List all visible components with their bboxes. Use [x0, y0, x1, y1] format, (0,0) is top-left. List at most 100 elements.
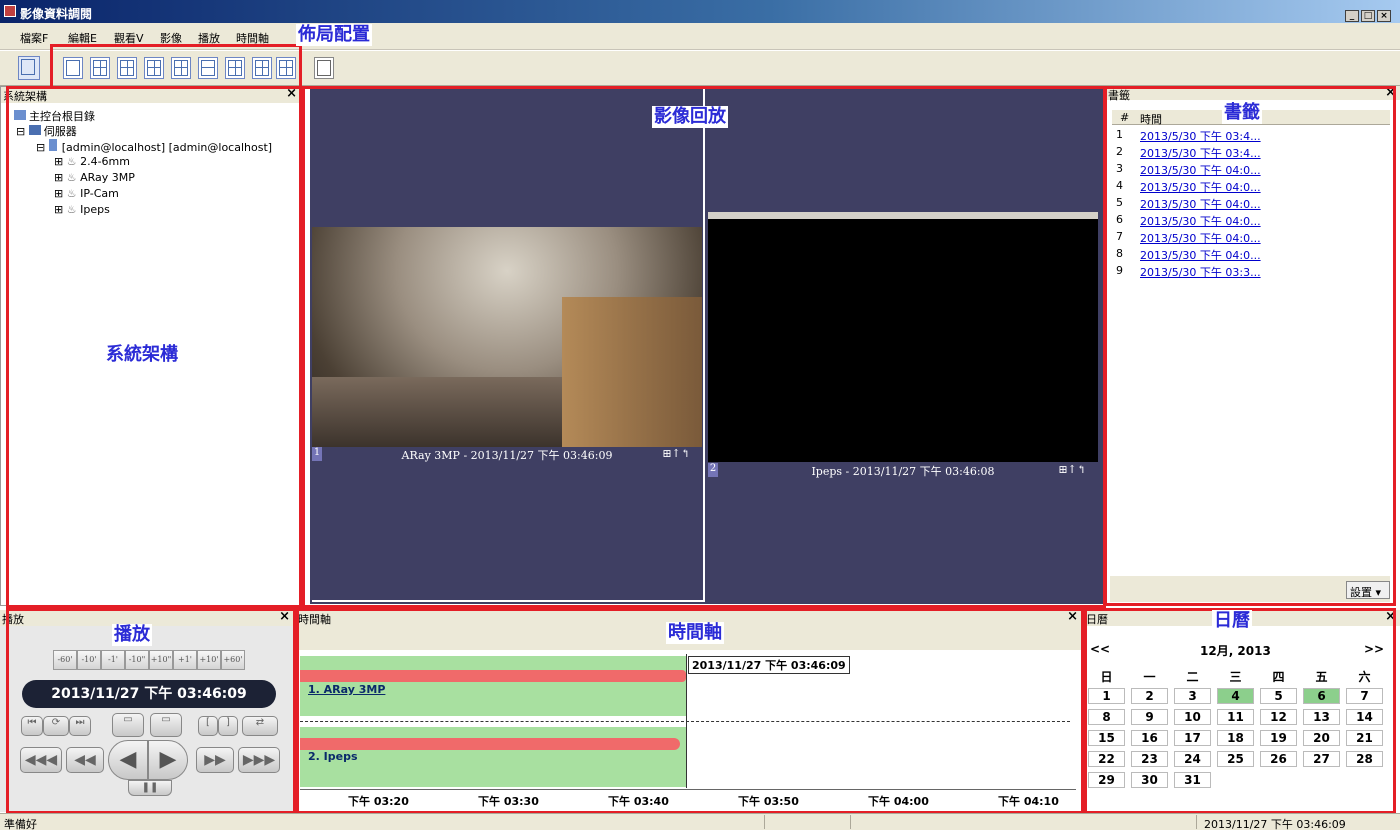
forward-button[interactable]: ▶▶: [196, 747, 234, 773]
close-icon[interactable]: ×: [279, 609, 290, 624]
seek-plus-10m-button[interactable]: +10': [197, 650, 221, 670]
menu-image[interactable]: 影像: [160, 30, 182, 46]
tree-camera-4[interactable]: ⊞ ♨ Ipeps: [54, 203, 110, 216]
calendar-day[interactable]: 7: [1346, 688, 1383, 704]
layout-16-button[interactable]: [144, 57, 164, 79]
calendar-day-highlighted[interactable]: 4: [1217, 688, 1254, 704]
prev-frame-button[interactable]: ⏮: [21, 716, 43, 736]
layout-4-button[interactable]: [90, 57, 110, 79]
seek-minus-60m-button[interactable]: -60': [53, 650, 77, 670]
calendar-day[interactable]: 19: [1260, 730, 1297, 746]
video-1-frame[interactable]: [312, 227, 702, 447]
close-icon[interactable]: ×: [1067, 609, 1078, 624]
seek-plus-1m-button[interactable]: +1': [173, 650, 197, 670]
menu-timeline[interactable]: 時間軸: [236, 30, 269, 46]
layout-10-button[interactable]: [225, 57, 245, 79]
calendar-day[interactable]: 9: [1131, 709, 1168, 725]
layout-1-button[interactable]: [63, 57, 83, 79]
calendar-day[interactable]: 16: [1131, 730, 1168, 746]
calendar-day[interactable]: 21: [1346, 730, 1383, 746]
pause-button[interactable]: ❚❚: [128, 780, 172, 796]
layout-full-button[interactable]: [276, 57, 296, 79]
snapshot-right-button[interactable]: ▭: [150, 713, 182, 737]
video-2-frame[interactable]: [708, 212, 1098, 462]
calendar-day[interactable]: 31: [1174, 772, 1211, 788]
calendar-day[interactable]: 26: [1260, 751, 1297, 767]
calendar-next-button[interactable]: >>: [1364, 642, 1384, 656]
bookmark-col-number[interactable]: #: [1120, 111, 1129, 124]
bookmark-row[interactable]: 7 2013/5/30 下午 04:0...: [1116, 230, 1261, 245]
calendar-day[interactable]: 18: [1217, 730, 1254, 746]
tree-root[interactable]: 主控台根目錄: [14, 108, 95, 124]
calendar-day[interactable]: 14: [1346, 709, 1383, 725]
snapshot-left-button[interactable]: ▭: [112, 713, 144, 737]
calendar-day[interactable]: 22: [1088, 751, 1125, 767]
calendar-day[interactable]: 12: [1260, 709, 1297, 725]
menu-view[interactable]: 觀看V: [114, 30, 144, 46]
calendar-day[interactable]: 25: [1217, 751, 1254, 767]
fullscreen-button[interactable]: [314, 57, 334, 79]
calendar-day[interactable]: 29: [1088, 772, 1125, 788]
calendar-day[interactable]: 24: [1174, 751, 1211, 767]
close-button[interactable]: ×: [1377, 10, 1391, 22]
tree-host[interactable]: ⊟ [admin@localhost] [admin@localhost]: [36, 139, 272, 154]
play-forward-button[interactable]: ▶: [148, 740, 188, 780]
calendar-day[interactable]: 23: [1131, 751, 1168, 767]
calendar-day[interactable]: 11: [1217, 709, 1254, 725]
next-frame-button[interactable]: ⏭: [69, 716, 91, 736]
menu-edit[interactable]: 編輯E: [68, 30, 97, 46]
video-1-controls-icon[interactable]: ⊞↑↰: [662, 447, 690, 460]
calendar-day-highlighted[interactable]: 6: [1303, 688, 1340, 704]
calendar-day[interactable]: 27: [1303, 751, 1340, 767]
loop-button[interactable]: ⟳: [43, 716, 69, 736]
calendar-day[interactable]: 30: [1131, 772, 1168, 788]
export-button[interactable]: ⇄: [242, 716, 278, 736]
bookmark-row[interactable]: 8 2013/5/30 下午 04:0...: [1116, 247, 1261, 262]
bookmark-row[interactable]: 9 2013/5/30 下午 03:3...: [1116, 264, 1261, 279]
timeline-cursor-line[interactable]: [686, 654, 687, 788]
layout-6-button[interactable]: [171, 57, 191, 79]
tree-camera-2[interactable]: ⊞ ♨ ARay 3MP: [54, 171, 135, 184]
video-2-controls-icon[interactable]: ⊞↑↰: [1058, 463, 1086, 476]
fast-rewind-button[interactable]: ◀◀◀: [20, 747, 62, 773]
calendar-day[interactable]: 1: [1088, 688, 1125, 704]
layout-13-button[interactable]: [252, 57, 272, 79]
calendar-day[interactable]: 8: [1088, 709, 1125, 725]
seek-minus-10s-button[interactable]: -10": [125, 650, 149, 670]
calendar-day[interactable]: 17: [1174, 730, 1211, 746]
bookmark-row[interactable]: 4 2013/5/30 下午 04:0...: [1116, 179, 1261, 194]
calendar-day[interactable]: 2: [1131, 688, 1168, 704]
close-icon[interactable]: ×: [286, 86, 297, 101]
close-icon[interactable]: ×: [1385, 85, 1396, 100]
maximize-button[interactable]: □: [1361, 10, 1375, 22]
bookmark-col-time[interactable]: 時間: [1140, 111, 1162, 127]
layout-8-button[interactable]: [198, 57, 218, 79]
mark-in-button[interactable]: [: [198, 716, 218, 736]
calendar-day[interactable]: 20: [1303, 730, 1340, 746]
tree-camera-3[interactable]: ⊞ ♨ IP-Cam: [54, 187, 119, 200]
play-reverse-button[interactable]: ◀: [108, 740, 148, 780]
mark-out-button[interactable]: ]: [218, 716, 238, 736]
seek-plus-10s-button[interactable]: +10": [149, 650, 173, 670]
bookmark-settings-button[interactable]: 設置 ▾: [1346, 581, 1390, 599]
calendar-day[interactable]: 28: [1346, 751, 1383, 767]
bookmark-row[interactable]: 2 2013/5/30 下午 03:4...: [1116, 145, 1261, 160]
tree-toggle-button[interactable]: [18, 56, 40, 80]
calendar-day[interactable]: 13: [1303, 709, 1340, 725]
calendar-day[interactable]: 3: [1174, 688, 1211, 704]
calendar-day[interactable]: 5: [1260, 688, 1297, 704]
tree-camera-1[interactable]: ⊞ ♨ 2.4-6mm: [54, 155, 130, 168]
seek-minus-1m-button[interactable]: -1': [101, 650, 125, 670]
calendar-prev-button[interactable]: <<: [1090, 642, 1110, 656]
calendar-day[interactable]: 15: [1088, 730, 1125, 746]
calendar-day[interactable]: 10: [1174, 709, 1211, 725]
seek-plus-60m-button[interactable]: +60': [221, 650, 245, 670]
bookmark-row[interactable]: 3 2013/5/30 下午 04:0...: [1116, 162, 1261, 177]
rewind-button[interactable]: ◀◀: [66, 747, 104, 773]
menu-file[interactable]: 檔案F: [20, 30, 48, 46]
seek-minus-10m-button[interactable]: -10': [77, 650, 101, 670]
layout-9-button[interactable]: [117, 57, 137, 79]
menu-play[interactable]: 播放: [198, 30, 220, 46]
bookmark-row[interactable]: 1 2013/5/30 下午 03:4...: [1116, 128, 1261, 143]
close-icon[interactable]: ×: [1385, 609, 1396, 624]
